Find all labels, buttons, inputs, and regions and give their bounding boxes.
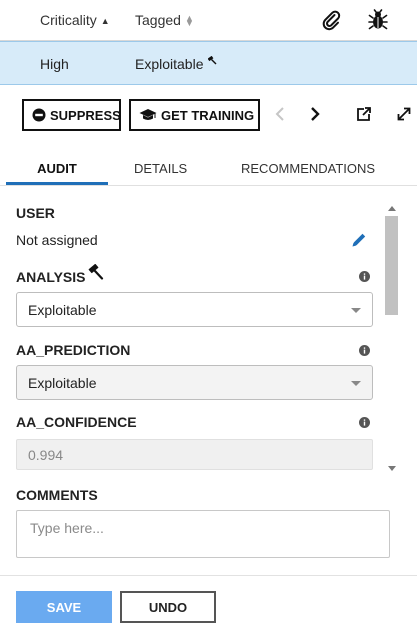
bug-icon[interactable]	[368, 9, 388, 31]
scroll-up-icon[interactable]	[388, 206, 396, 211]
footer-divider	[0, 575, 417, 576]
save-button[interactable]: SAVE	[16, 591, 112, 623]
table-header: Criticality ▲ Tagged ▲ ▼	[0, 0, 417, 41]
sort-unsorted-icon: ▲ ▼	[184, 13, 194, 29]
scroll-down-icon[interactable]	[388, 466, 396, 471]
aa-confidence-value: 0.994	[28, 446, 64, 463]
analysis-select[interactable]: Exploitable	[16, 292, 373, 327]
aa-confidence-field: 0.994	[16, 439, 373, 470]
info-icon[interactable]	[359, 269, 370, 282]
chevron-left-icon[interactable]	[272, 105, 290, 123]
suppress-label: SUPPRESS	[50, 107, 121, 123]
aa-prediction-select-value: Exploitable	[28, 374, 97, 391]
chevron-right-icon[interactable]	[306, 105, 324, 123]
analysis-select-value: Exploitable	[28, 301, 97, 318]
tab-details[interactable]: DETAILS	[134, 161, 187, 176]
issue-toolbar: SUPPRESS GET TRAINING	[0, 96, 417, 136]
column-label: Tagged	[135, 12, 181, 28]
expand-icon[interactable]	[395, 105, 413, 123]
user-label: USER	[16, 205, 55, 221]
caret-down-icon	[351, 381, 361, 386]
graduation-cap-icon	[139, 108, 157, 122]
aa-confidence-label: AA_CONFIDENCE	[16, 414, 137, 430]
suppress-icon	[32, 108, 46, 122]
external-link-icon[interactable]	[355, 105, 373, 123]
pencil-icon[interactable]	[350, 231, 368, 249]
info-icon[interactable]	[359, 343, 370, 356]
column-header-tagged[interactable]: Tagged ▲ ▼	[135, 12, 194, 28]
scrollbar-thumb[interactable]	[385, 216, 398, 315]
suppress-button[interactable]: SUPPRESS	[22, 99, 121, 131]
cell-criticality: High	[40, 56, 69, 72]
paperclip-icon[interactable]	[321, 9, 341, 31]
audit-panel: USER Not assigned ANALYSIS Exploitable A…	[0, 187, 417, 477]
tab-audit[interactable]: AUDIT	[6, 161, 108, 176]
aa-prediction-label: AA_PREDICTION	[16, 342, 131, 358]
hammer-icon	[207, 52, 217, 65]
hammer-icon	[88, 263, 104, 280]
info-icon[interactable]	[359, 415, 370, 428]
get-training-button[interactable]: GET TRAINING	[129, 99, 260, 131]
aa-prediction-select[interactable]: Exploitable	[16, 365, 373, 400]
comments-input[interactable]	[16, 510, 390, 558]
caret-down-icon	[351, 308, 361, 313]
issue-tabs: AUDIT DETAILS RECOMMENDATIONS	[0, 154, 417, 186]
sort-ascending-icon: ▲	[100, 16, 110, 26]
undo-button[interactable]: UNDO	[120, 591, 216, 623]
column-header-criticality[interactable]: Criticality ▲	[40, 12, 110, 28]
table-row[interactable]: High Exploitable	[0, 41, 417, 85]
tab-recommendations[interactable]: RECOMMENDATIONS	[241, 161, 375, 176]
active-tab-indicator	[6, 182, 108, 185]
comments-label: COMMENTS	[16, 487, 98, 503]
get-training-label: GET TRAINING	[161, 107, 255, 123]
cell-tagged: Exploitable	[135, 56, 204, 72]
column-label: Criticality	[40, 12, 97, 28]
analysis-label: ANALYSIS	[16, 269, 86, 285]
user-value: Not assigned	[16, 232, 98, 248]
